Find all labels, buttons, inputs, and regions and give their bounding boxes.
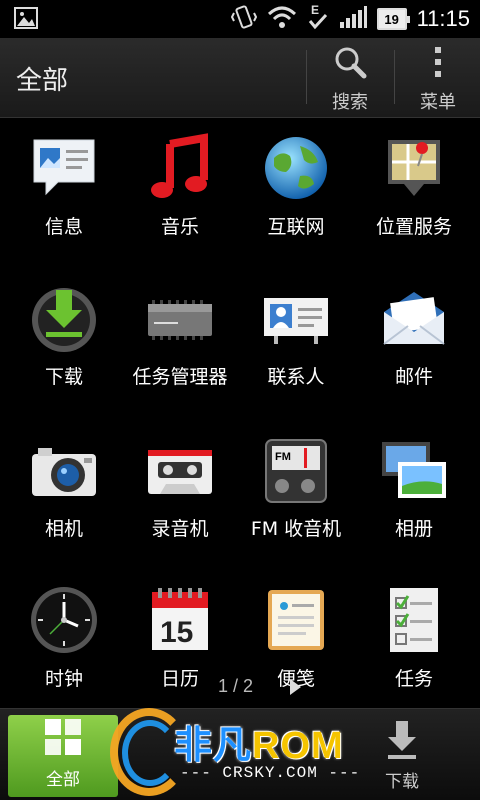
download-icon <box>32 288 96 352</box>
app-label: 信息 <box>44 216 83 238</box>
app-label: 音乐 <box>160 216 199 238</box>
clock-time: 11:15 <box>416 6 470 31</box>
gallery-photos-icon <box>382 442 446 498</box>
page-title[interactable]: 全部 <box>16 60 68 97</box>
clock-icon <box>31 587 97 653</box>
app-download[interactable]: 下载 <box>4 270 124 410</box>
messages-icon <box>33 139 95 196</box>
app-grid: 信息 音乐 互联网 位置服务 下载 任务管理器 联系人 邮件 相机 录音机 FM… <box>0 120 480 690</box>
app-label: 互联网 <box>267 216 325 238</box>
watermark-inner-ring-icon <box>122 720 178 786</box>
camera-icon <box>32 448 96 496</box>
watermark-logo: 非凡ROM --- CRSKY.COM --- <box>100 706 400 800</box>
app-label: FM 收音机 <box>250 518 342 540</box>
tasks-checklist-icon <box>390 588 438 652</box>
notes-icon <box>268 590 324 650</box>
svg-text:E: E <box>311 3 319 17</box>
next-page-arrow-icon[interactable] <box>288 678 302 700</box>
app-fm-radio[interactable]: FM FM 收音机 <box>236 422 356 562</box>
menu-button[interactable]: 菜单 <box>398 44 478 113</box>
page-indicator: 1 / 2 <box>0 674 480 702</box>
signal-icon <box>339 5 367 33</box>
app-contacts[interactable]: 联系人 <box>236 270 356 410</box>
location-map-icon <box>388 140 440 196</box>
wifi-icon <box>267 5 297 33</box>
app-label: 相册 <box>394 518 433 540</box>
search-label: 搜索 <box>332 92 368 113</box>
battery-icon: 19 <box>376 8 410 30</box>
app-task-manager[interactable]: 任务管理器 <box>120 270 240 410</box>
app-music[interactable]: 音乐 <box>120 120 240 260</box>
app-label: 邮件 <box>394 366 433 388</box>
status-bar: E 19 11:15 <box>0 0 480 38</box>
battery-level: 19 <box>384 11 399 27</box>
divider <box>306 50 307 104</box>
voice-recorder-cassette-icon <box>148 450 212 494</box>
fm-radio-icon: FM <box>265 439 327 503</box>
task-manager-chip-icon <box>148 300 212 340</box>
vibrate-icon <box>230 4 257 34</box>
app-label: 联系人 <box>267 366 325 388</box>
app-location[interactable]: 位置服务 <box>354 120 474 260</box>
data-e-icon: E <box>307 3 329 35</box>
watermark-brand-cn: 非凡 <box>174 725 253 767</box>
app-voice-recorder[interactable]: 录音机 <box>120 422 240 562</box>
watermark-site: --- CRSKY.COM --- <box>180 764 361 782</box>
app-label: 任务管理器 <box>132 366 228 388</box>
app-label: 录音机 <box>151 518 209 540</box>
action-bar: 全部 搜索 菜单 <box>0 38 480 118</box>
search-icon <box>332 44 368 84</box>
app-label: 相机 <box>44 518 83 540</box>
tab-all-label: 全部 <box>46 770 80 790</box>
calendar-day: 15 <box>160 616 193 649</box>
grid-icon <box>41 715 85 763</box>
app-gallery[interactable]: 相册 <box>354 422 474 562</box>
app-camera[interactable]: 相机 <box>4 422 124 562</box>
watermark-brand-rom: ROM <box>252 725 344 767</box>
app-messages[interactable]: 信息 <box>4 120 124 260</box>
app-internet[interactable]: 互联网 <box>236 120 356 260</box>
mail-envelope-icon <box>383 292 445 345</box>
app-label: 下载 <box>44 366 83 388</box>
search-button[interactable]: 搜索 <box>310 44 390 113</box>
overflow-menu-icon <box>432 44 444 84</box>
watermark-brand: 非凡ROM <box>174 714 344 769</box>
app-label: 位置服务 <box>375 216 452 238</box>
divider <box>394 50 395 104</box>
app-mail[interactable]: 邮件 <box>354 270 474 410</box>
page-number: 1 / 2 <box>218 676 254 696</box>
menu-label: 菜单 <box>420 92 456 113</box>
music-icon <box>151 133 208 198</box>
svg-text:FM: FM <box>275 451 291 463</box>
image-notification-icon <box>14 6 38 34</box>
calendar-icon: 15 <box>152 588 208 650</box>
internet-globe-icon <box>265 137 327 199</box>
contacts-card-icon <box>264 298 328 344</box>
